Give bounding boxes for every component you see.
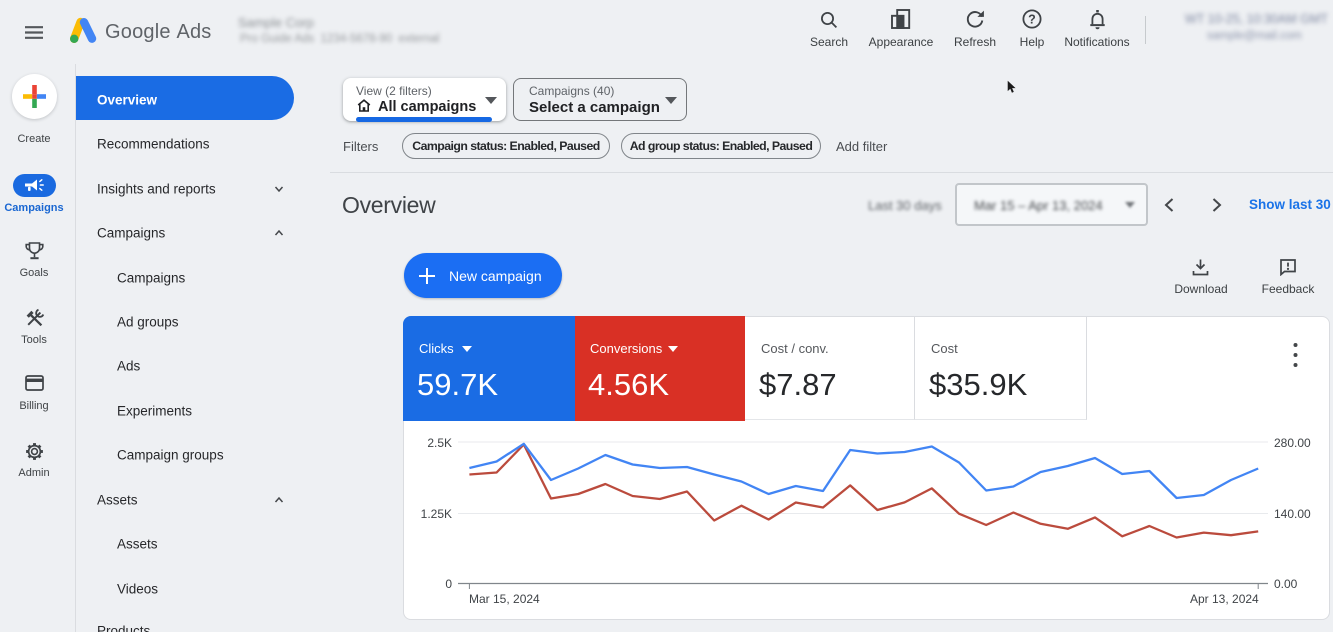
svg-text:?: ? <box>1028 13 1036 27</box>
